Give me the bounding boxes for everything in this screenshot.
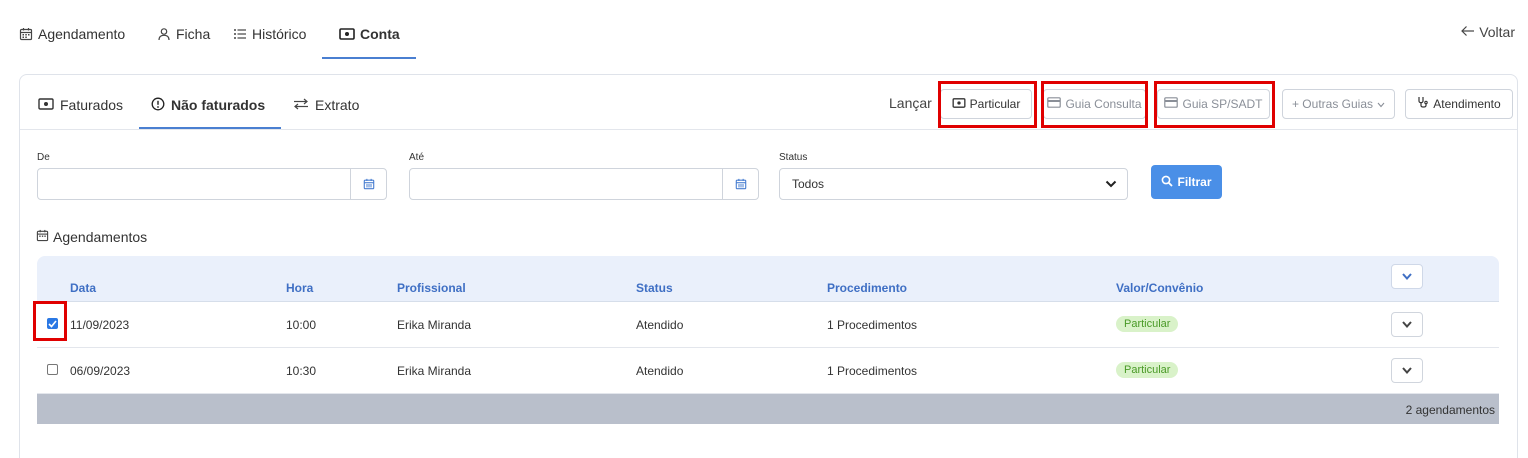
cell-profissional: Erika Miranda bbox=[397, 318, 472, 332]
agendamentos-section-title: Agendamentos bbox=[36, 229, 147, 245]
cell-data: 11/09/2023 bbox=[70, 318, 130, 332]
back-link-label: Voltar bbox=[1479, 24, 1515, 40]
tab-agendamento-label: Agendamento bbox=[38, 26, 126, 42]
subnav-divider bbox=[20, 129, 1517, 130]
money-icon bbox=[952, 97, 966, 111]
cell-hora: 10:30 bbox=[286, 364, 317, 378]
list-icon bbox=[233, 27, 247, 41]
tab-agendamento[interactable]: Agendamento bbox=[19, 24, 125, 44]
outras-guias-label: + Outras Guias bbox=[1291, 97, 1374, 111]
column-header-status[interactable]: Status bbox=[636, 281, 673, 295]
table-row[interactable]: 11/09/2023 10:00 Erika Miranda Atendido … bbox=[37, 302, 1499, 348]
chevron-down-icon bbox=[1105, 178, 1117, 192]
tab-extrato[interactable]: Extrato bbox=[293, 95, 359, 115]
cell-data: 06/09/2023 bbox=[70, 364, 131, 378]
tab-extrato-label: Extrato bbox=[315, 97, 360, 113]
guia-consulta-button-label: Guia Consulta bbox=[1065, 97, 1142, 111]
row-checkbox[interactable] bbox=[47, 318, 58, 329]
tab-historico-label: Histórico bbox=[252, 26, 307, 42]
filtrar-button-label: Filtrar bbox=[1177, 175, 1212, 189]
column-header-hora[interactable]: Hora bbox=[286, 281, 313, 295]
particular-button-label: Particular bbox=[969, 97, 1021, 111]
tab-faturados-label: Faturados bbox=[60, 97, 124, 113]
agendamentos-count: 2 agendamentos bbox=[1405, 403, 1495, 417]
ate-label: Até bbox=[409, 152, 425, 163]
table-row[interactable]: 06/09/2023 10:30 Erika Miranda Atendido … bbox=[37, 348, 1499, 394]
calendar-icon bbox=[735, 178, 746, 190]
column-header-profissional[interactable]: Profissional bbox=[397, 281, 466, 295]
chevron-down-icon bbox=[1402, 273, 1412, 280]
card-icon bbox=[1047, 97, 1062, 111]
money-icon bbox=[339, 28, 355, 40]
card-icon bbox=[1164, 97, 1179, 111]
status-label: Status bbox=[779, 152, 808, 163]
cell-hora: 10:00 bbox=[286, 318, 317, 332]
chevron-down-icon bbox=[1402, 321, 1412, 328]
tab-ficha-label: Ficha bbox=[176, 26, 211, 42]
cell-status: Atendido bbox=[636, 318, 684, 332]
cell-profissional: Erika Miranda bbox=[397, 364, 472, 378]
atendimento-button[interactable]: Atendimento bbox=[1405, 89, 1513, 119]
user-icon bbox=[157, 27, 171, 41]
cell-procedimento: 1 Procedimentos bbox=[827, 318, 918, 332]
guia-consulta-button[interactable]: Guia Consulta bbox=[1043, 89, 1146, 119]
column-header-procedimento[interactable]: Procedimento bbox=[827, 281, 907, 295]
guia-sp-sadt-button-label: Guia SP/SADT bbox=[1182, 97, 1263, 111]
ate-date-input[interactable] bbox=[409, 168, 759, 200]
tab-faturados[interactable]: Faturados bbox=[38, 95, 123, 115]
expand-all-button[interactable] bbox=[1391, 264, 1423, 289]
lancar-label: Lançar bbox=[889, 95, 932, 111]
top-navigation: Agendamento Ficha Histórico Conta Voltar bbox=[0, 0, 1528, 60]
agendamentos-title-label: Agendamentos bbox=[53, 229, 148, 245]
swap-icon bbox=[293, 97, 309, 113]
tab-conta[interactable]: Conta bbox=[339, 24, 400, 44]
alert-circle-icon bbox=[151, 97, 165, 114]
check-icon bbox=[48, 319, 57, 328]
money-icon bbox=[38, 97, 54, 113]
calendar-icon bbox=[19, 27, 33, 41]
chevron-down-icon bbox=[1377, 97, 1385, 111]
de-calendar-button[interactable] bbox=[350, 169, 386, 199]
row-expand-button[interactable] bbox=[1391, 312, 1423, 337]
chevron-down-icon bbox=[1402, 367, 1412, 374]
calendar-icon bbox=[36, 229, 49, 245]
particular-button[interactable]: Particular bbox=[940, 89, 1032, 119]
cell-procedimento: 1 Procedimentos bbox=[827, 364, 918, 378]
tab-conta-label: Conta bbox=[360, 26, 400, 42]
tab-historico[interactable]: Histórico bbox=[233, 24, 306, 44]
agendamentos-table: Data Hora Profissional Status Procedimen… bbox=[37, 256, 1499, 424]
status-select[interactable]: Todos bbox=[779, 168, 1128, 200]
column-header-valor-convenio[interactable]: Valor/Convênio bbox=[1116, 281, 1203, 295]
back-link[interactable]: Voltar bbox=[1461, 24, 1515, 40]
search-icon bbox=[1161, 175, 1174, 190]
de-label: De bbox=[37, 152, 50, 163]
tab-nao-faturados-label: Não faturados bbox=[171, 97, 266, 113]
arrow-left-icon bbox=[1461, 24, 1475, 40]
table-header: Data Hora Profissional Status Procedimen… bbox=[37, 256, 1499, 302]
row-checkbox[interactable] bbox=[47, 364, 58, 375]
ate-calendar-button[interactable] bbox=[722, 169, 758, 199]
status-select-value: Todos bbox=[792, 177, 825, 191]
account-card: Faturados Não faturados Extrato Lançar P… bbox=[19, 74, 1518, 458]
calendar-icon bbox=[363, 178, 374, 190]
column-header-data[interactable]: Data bbox=[70, 281, 96, 295]
stethoscope-icon bbox=[1417, 96, 1429, 112]
tab-nao-faturados[interactable]: Não faturados bbox=[151, 95, 265, 115]
tab-ficha[interactable]: Ficha bbox=[157, 24, 210, 44]
cell-status: Atendido bbox=[636, 364, 684, 378]
filtrar-button[interactable]: Filtrar bbox=[1151, 165, 1222, 199]
row-expand-button[interactable] bbox=[1391, 358, 1423, 383]
de-date-input[interactable] bbox=[37, 168, 387, 200]
valor-badge: Particular bbox=[1116, 316, 1179, 332]
atendimento-button-label: Atendimento bbox=[1433, 97, 1501, 111]
active-tab-indicator bbox=[322, 57, 416, 59]
outras-guias-dropdown[interactable]: + Outras Guias bbox=[1282, 89, 1395, 119]
table-footer: 2 agendamentos bbox=[37, 394, 1499, 424]
guia-sp-sadt-button[interactable]: Guia SP/SADT bbox=[1157, 89, 1270, 119]
valor-badge: Particular bbox=[1116, 362, 1179, 378]
